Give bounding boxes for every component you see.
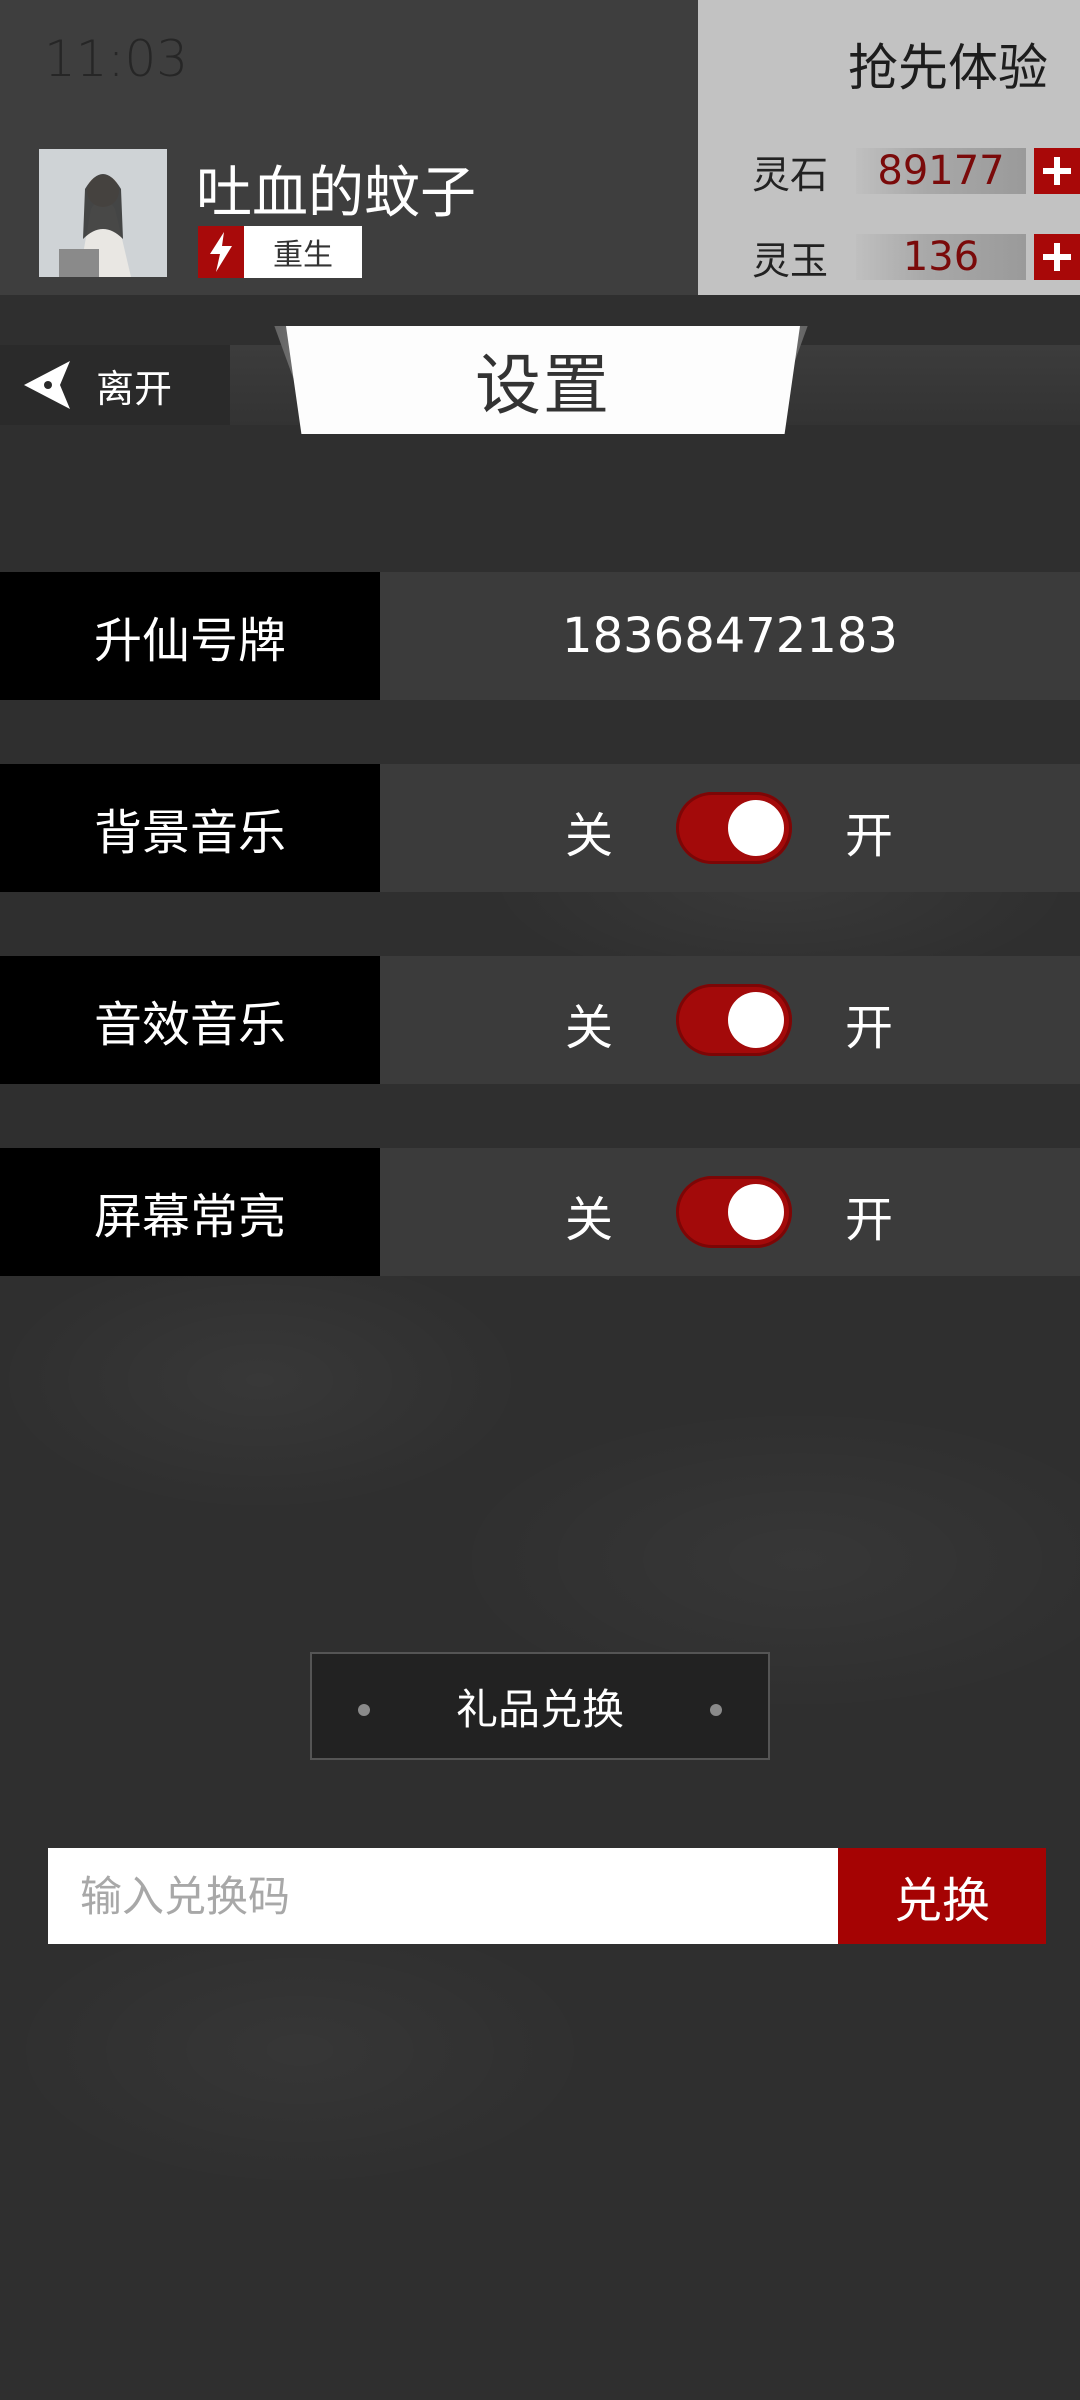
currency-label: 灵玉 — [752, 238, 829, 283]
redeem-code-input[interactable] — [48, 1848, 838, 1944]
screen-on-row: 屏幕常亮 关 开 — [0, 1148, 1080, 1276]
screen-on-toggle[interactable] — [676, 1176, 792, 1248]
redeem-button[interactable]: 兑换 — [838, 1848, 1046, 1944]
off-label: 关 — [565, 808, 614, 864]
currency-value: 89177 — [856, 148, 1026, 194]
bgm-toggle[interactable] — [676, 792, 792, 864]
avatar[interactable] — [39, 149, 167, 277]
bgm-label: 背景音乐 — [0, 764, 380, 892]
player-name: 吐血的蚊子 — [196, 161, 476, 226]
toggle-knob — [728, 1184, 784, 1240]
avatar-portrait-icon — [39, 149, 167, 277]
title-tab: 设置 — [286, 326, 800, 434]
page-title: 设置 — [475, 347, 611, 424]
toggle-knob — [728, 800, 784, 856]
screen-on-label: 屏幕常亮 — [0, 1148, 380, 1276]
add-lingyu-button[interactable] — [1034, 234, 1080, 280]
status-time: 11:03 — [44, 30, 189, 88]
off-label: 关 — [565, 1192, 614, 1248]
sfx-toggle-area: 关 开 — [380, 956, 1080, 1084]
on-label: 开 — [845, 1000, 894, 1056]
player-tag-label: 重生 — [273, 238, 333, 273]
dot-ornament-icon — [358, 1704, 370, 1716]
plus-icon — [1043, 243, 1071, 271]
currency-value: 136 — [856, 234, 1026, 280]
lightning-icon — [198, 226, 244, 278]
on-label: 开 — [845, 808, 894, 864]
header-left-panel: 11:03 吐血的蚊子 重生 — [0, 0, 698, 295]
add-lingshi-button[interactable] — [1034, 148, 1080, 194]
gift-redeem-header: 礼品兑换 — [310, 1652, 770, 1760]
currency-row-lingshi: 灵石 89177 — [752, 145, 1080, 197]
toggle-knob — [728, 992, 784, 1048]
bgm-row: 背景音乐 关 开 — [0, 764, 1080, 892]
currency-row-lingyu: 灵玉 136 — [752, 231, 1080, 283]
early-access-link[interactable]: 抢先体验 — [848, 28, 1048, 100]
gift-title: 礼品兑换 — [455, 1684, 624, 1734]
player-tag: 重生 — [198, 226, 362, 278]
sfx-label: 音效音乐 — [0, 956, 380, 1084]
leave-button[interactable]: 离开 — [0, 345, 230, 425]
currency-label: 灵石 — [752, 152, 829, 197]
off-label: 关 — [565, 1000, 614, 1056]
plus-icon — [1043, 157, 1071, 185]
sfx-toggle[interactable] — [676, 984, 792, 1056]
account-id: 18368472183 — [562, 608, 898, 664]
dot-ornament-icon — [710, 1704, 722, 1716]
on-label: 开 — [845, 1192, 894, 1248]
account-label: 升仙号牌 — [0, 572, 380, 700]
screen-on-toggle-area: 关 开 — [380, 1148, 1080, 1276]
back-arrow-icon — [24, 361, 70, 409]
sfx-row: 音效音乐 关 开 — [0, 956, 1080, 1084]
bgm-toggle-area: 关 开 — [380, 764, 1080, 892]
leave-label: 离开 — [96, 366, 173, 411]
account-row: 升仙号牌 18368472183 — [0, 572, 1080, 700]
